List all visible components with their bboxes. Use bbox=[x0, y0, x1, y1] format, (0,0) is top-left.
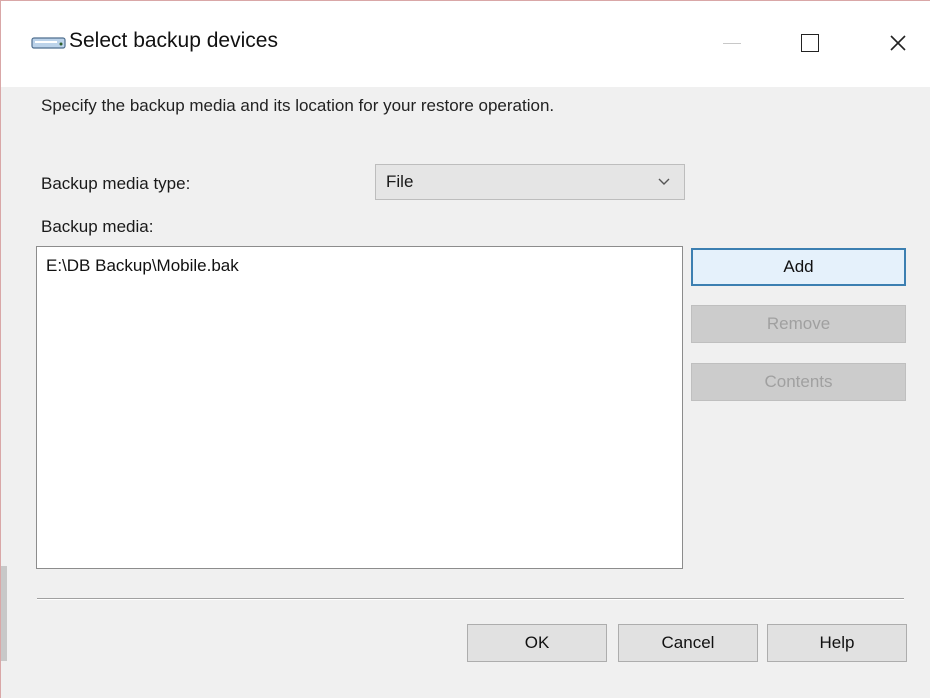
maximize-icon bbox=[801, 34, 819, 52]
minimize-icon bbox=[723, 42, 741, 44]
backup-media-type-label: Backup media type: bbox=[41, 174, 191, 193]
disk-drive-icon bbox=[31, 37, 66, 49]
maximize-button[interactable] bbox=[779, 19, 841, 67]
ok-button[interactable]: OK bbox=[467, 624, 607, 662]
footer-separator bbox=[37, 598, 904, 600]
add-button[interactable]: Add bbox=[691, 248, 906, 286]
list-item[interactable]: E:\DB Backup\Mobile.bak bbox=[46, 256, 239, 276]
select-backup-devices-dialog: Select backup devices Specify the backup… bbox=[0, 0, 930, 698]
remove-button[interactable]: Remove bbox=[691, 305, 906, 343]
help-button[interactable]: Help bbox=[767, 624, 907, 662]
title-bar[interactable]: Select backup devices bbox=[1, 1, 930, 87]
close-button[interactable] bbox=[867, 19, 929, 67]
backup-media-label: Backup media: bbox=[41, 217, 154, 236]
contents-button[interactable]: Contents bbox=[691, 363, 906, 401]
window-title: Select backup devices bbox=[69, 29, 278, 52]
minimize-button[interactable] bbox=[701, 19, 763, 67]
cancel-button[interactable]: Cancel bbox=[618, 624, 758, 662]
backup-media-type-select[interactable]: File bbox=[375, 164, 685, 200]
backup-media-list[interactable]: E:\DB Backup\Mobile.bak bbox=[36, 246, 683, 569]
chevron-down-icon bbox=[658, 178, 670, 185]
close-icon bbox=[890, 35, 906, 51]
backup-media-type-value: File bbox=[386, 172, 414, 191]
instructions-text: Specify the backup media and its locatio… bbox=[41, 96, 555, 115]
window-edge-mark bbox=[1, 566, 7, 661]
